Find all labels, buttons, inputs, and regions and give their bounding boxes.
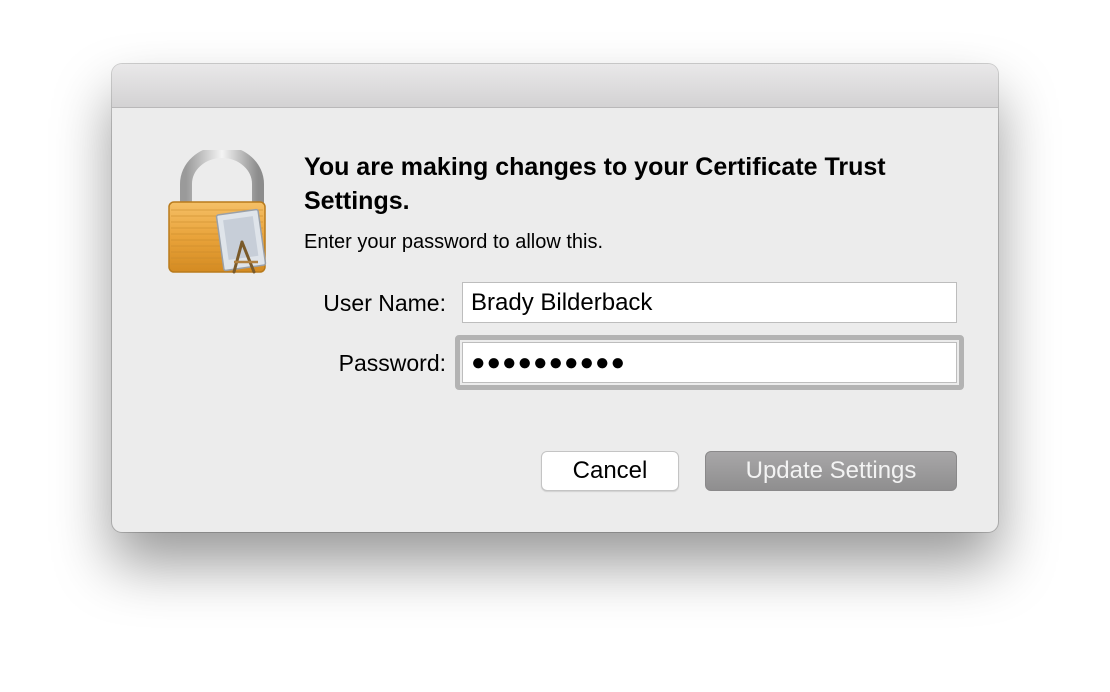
update-settings-button[interactable]: Update Settings [705, 451, 957, 491]
authorization-dialog: You are making changes to your Certifica… [112, 64, 998, 532]
dialog-subtext: Enter your password to allow this. [304, 231, 604, 253]
dialog-heading: You are making changes to your Certifica… [304, 153, 886, 215]
password-label: Password: [338, 350, 446, 376]
username-field[interactable]: Brady Bilderback [462, 282, 957, 323]
desktop-background: You are making changes to your Certifica… [0, 0, 1110, 692]
cancel-button[interactable]: Cancel [541, 451, 679, 491]
username-label: User Name: [323, 290, 446, 316]
lock-icon [168, 150, 267, 274]
password-field[interactable]: ●●●●●●●●●● [462, 342, 957, 383]
dialog-titlebar [112, 64, 998, 108]
